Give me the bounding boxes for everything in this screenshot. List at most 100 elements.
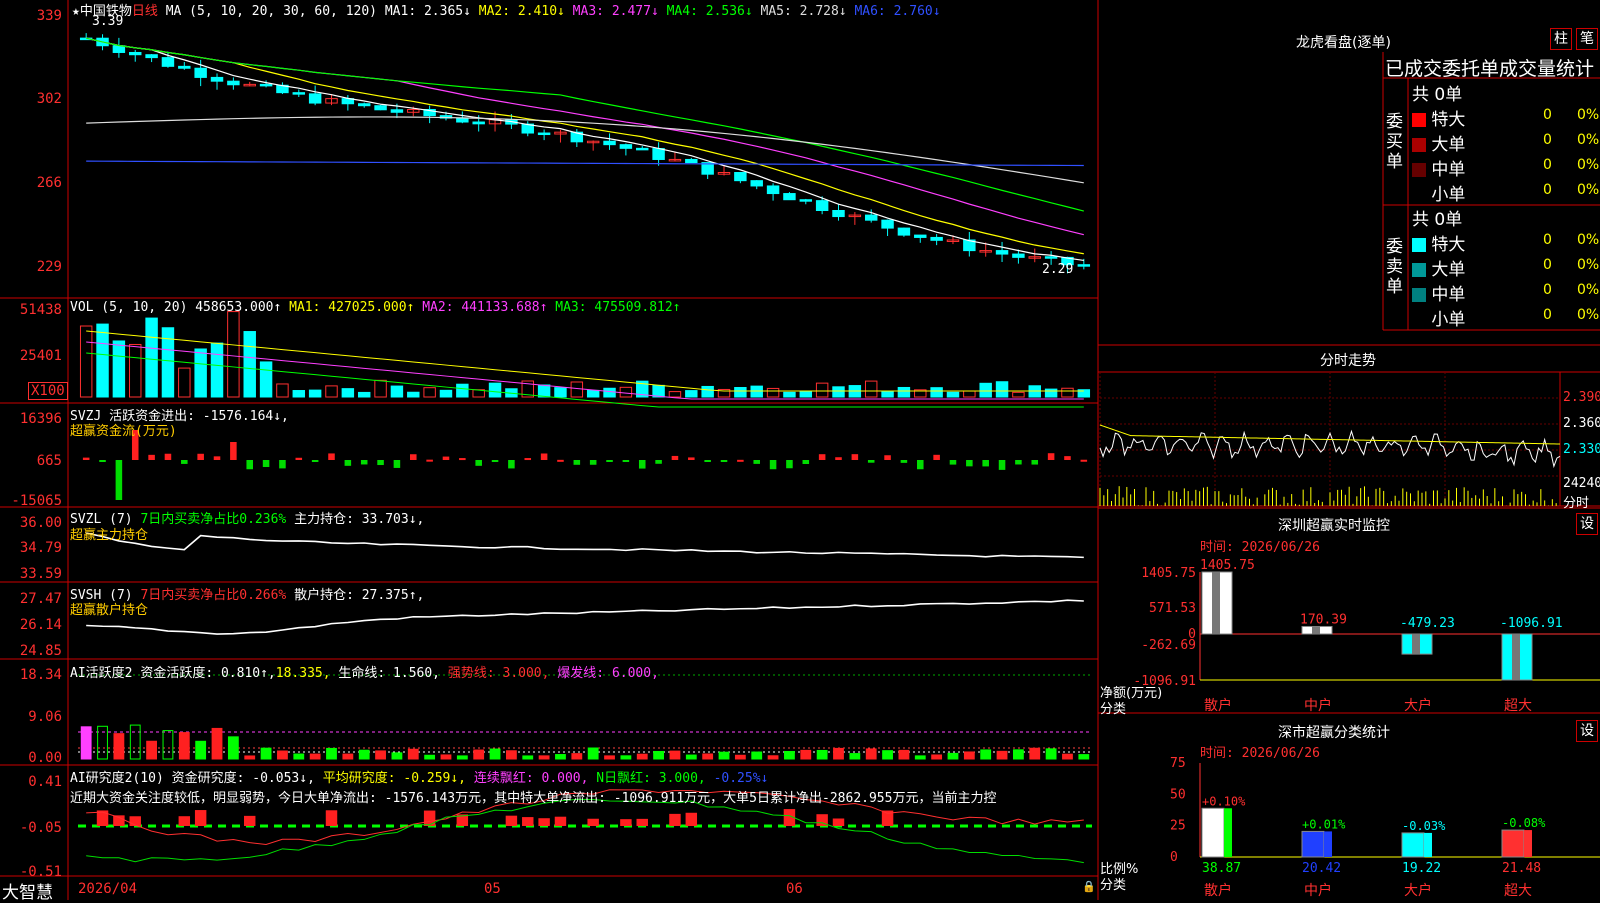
ai-active-bar — [80, 726, 92, 760]
svzj-bar — [262, 460, 270, 468]
kline-ma-line — [86, 37, 1084, 236]
sz-monitor-time: 时间: 2026/06/26 — [1200, 540, 1320, 555]
order-row: 大单 — [1412, 255, 1465, 280]
sz-stats-category: 散户 — [1204, 882, 1232, 899]
ai-research-ytick: 0.41 — [28, 774, 62, 790]
order-name: 特大 — [1426, 235, 1466, 255]
sz-monitor-settings-button[interactable]: 设 — [1576, 513, 1598, 535]
volume-bar — [112, 340, 126, 398]
svzj-bar — [82, 457, 90, 460]
lock-icon[interactable]: 🔒 — [1082, 880, 1096, 893]
ai-active-bar — [604, 755, 615, 760]
ai-active-v2: 18.335, — [275, 666, 331, 681]
volume-bar — [79, 325, 93, 398]
svsh-ytick: 27.47 — [19, 591, 62, 607]
svzj-bar — [393, 460, 401, 468]
order-count: 0 — [1543, 132, 1552, 148]
kline-candle — [930, 236, 943, 241]
sz-monitor-ytick: -262.69 — [1141, 638, 1196, 653]
sz-monitor-value-label: -1096.91 — [1500, 616, 1563, 631]
svzj-bar — [589, 460, 597, 465]
sz-stats-settings-button[interactable]: 设 — [1576, 720, 1598, 742]
svzj-bar — [328, 453, 335, 460]
column-view-button[interactable]: 柱 — [1550, 28, 1572, 50]
ai-active-bar — [211, 727, 223, 760]
kline-candle — [799, 199, 813, 202]
sz-stats-category: 超大 — [1504, 883, 1532, 899]
kline-ma-line — [86, 37, 1084, 255]
volume-unit[interactable]: X100 — [28, 382, 68, 400]
ai-active-bar — [473, 749, 485, 760]
ai-active-bar — [227, 736, 239, 760]
ai-active-bar — [113, 733, 125, 760]
sz-stats-title: 深市超赢分类统计 — [1278, 725, 1390, 741]
sell-side-label: 委卖单 — [1386, 237, 1403, 297]
ai-active-bar — [734, 754, 746, 760]
svzj-bar — [1015, 460, 1022, 465]
order-pct: 0% — [1577, 107, 1600, 123]
ai-active-bar — [244, 755, 256, 760]
svzj-bar — [279, 460, 286, 469]
sell-total: 共 0单 — [1412, 210, 1463, 230]
ai-active-bar — [309, 753, 321, 760]
kline-candle — [832, 210, 845, 218]
order-count: 0 — [1543, 157, 1552, 173]
sz-monitor-category: 中户 — [1304, 697, 1332, 714]
intraday-vol-tick: 24240 — [1563, 476, 1600, 491]
plot-layer: 1405.75 散户 170.39 中户 -479.23 大户 -1096.91 超大 75 50… — [78, 33, 1600, 899]
volume-label: VOL (5, 10, 20) — [70, 300, 188, 315]
svzj-bar — [835, 457, 842, 460]
svzj-bar — [737, 459, 744, 462]
volume-ma3: MA3: 475509.812↑ — [555, 300, 681, 315]
ai-strong-line: 强势线: 3.000, — [447, 666, 550, 681]
order-pct: 0% — [1577, 307, 1600, 323]
tick-view-button[interactable]: 笔 — [1576, 28, 1598, 50]
svzj-bar — [1047, 453, 1055, 460]
ai-active-bar — [571, 753, 583, 760]
ai-research-bar — [244, 815, 256, 826]
svzj-ytick: 665 — [36, 453, 62, 469]
sz-monitor-value-label: 170.39 — [1300, 612, 1347, 627]
kline-candle — [603, 140, 616, 146]
order-name: 大单 — [1426, 260, 1466, 280]
volume-bar — [963, 390, 976, 398]
svsh-ytick: 24.85 — [19, 643, 62, 659]
svzj-bar — [508, 460, 515, 469]
order-color-swatch — [1412, 138, 1426, 152]
svzj-bar — [966, 460, 973, 467]
svzj-bar — [884, 455, 891, 460]
sz-monitor-value-label: -479.23 — [1400, 616, 1455, 631]
order-count: 0 — [1543, 107, 1552, 123]
svzl-ratio: 7日内买卖净占比0.236% — [140, 512, 287, 527]
volume-value: 458653.000↑ — [195, 300, 282, 315]
sz-stats-bar — [1201, 807, 1225, 858]
ai-active-bar — [178, 732, 190, 760]
star-icon[interactable]: ★ — [72, 4, 80, 19]
sz-monitor-ytick: 571.53 — [1149, 601, 1196, 616]
sz-stats-bar — [1501, 829, 1525, 858]
kline-candle — [652, 148, 665, 160]
sz-stats-bar-edge — [1524, 830, 1532, 857]
volume-bar — [881, 390, 894, 398]
kline-candle — [161, 57, 175, 67]
order-pct: 0% — [1577, 282, 1600, 298]
sz-stats-bar-edge — [1424, 832, 1432, 857]
ai-research-bar — [832, 818, 845, 826]
ai-active-bar — [620, 755, 632, 760]
ai-research-bar — [178, 816, 191, 826]
ai-active-bar — [146, 740, 158, 760]
sz-stats-ytick: 50 — [1170, 787, 1186, 802]
svzl-line — [86, 532, 1084, 559]
sz-stats-ytick: 75 — [1170, 756, 1186, 771]
kline-candle — [374, 105, 387, 111]
period-label[interactable]: 日线 — [132, 4, 158, 19]
intraday-title: 分时走势 — [1320, 353, 1376, 369]
kline-ytick: 302 — [36, 91, 62, 107]
ai-active-bar — [195, 740, 207, 760]
ai-active-bar — [833, 747, 844, 760]
kline-candle — [259, 83, 273, 87]
svzj-bar — [753, 460, 760, 464]
ma-value: MA6: 2.760↓ — [846, 4, 941, 19]
svzj-bar — [655, 460, 662, 464]
dragon-heading: 已成交委托单成交量统计 — [1385, 58, 1595, 80]
